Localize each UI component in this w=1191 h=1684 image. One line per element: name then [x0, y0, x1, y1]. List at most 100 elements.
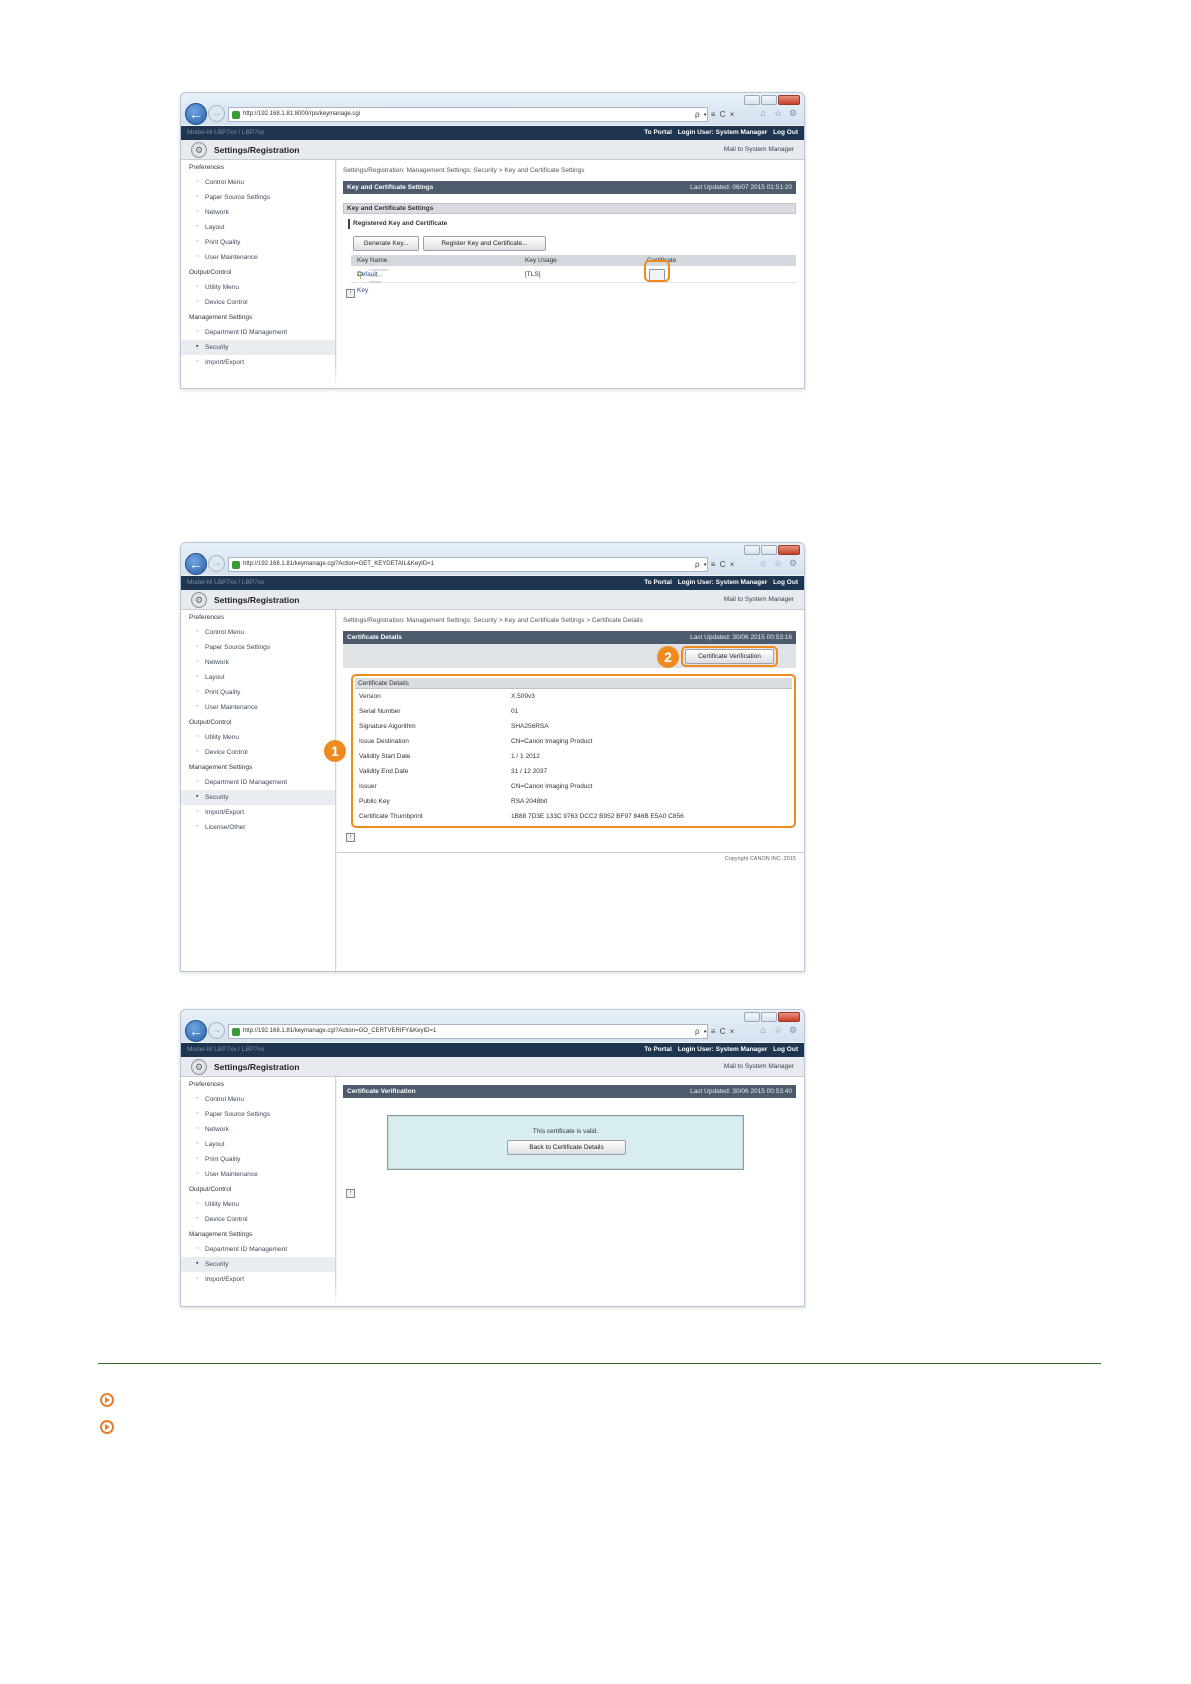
address-tools[interactable]: ρ • ≡ C ×	[695, 107, 735, 122]
favorites-icon[interactable]: ☆	[773, 557, 783, 569]
url-text: http://192.168.1.81:8000/rps/keymanage.c…	[243, 111, 361, 117]
address-bar[interactable]: http://192.168.1.81/keymanage.cgi?Action…	[228, 1024, 708, 1039]
certificate-verification-button[interactable]: Certificate Verification	[685, 649, 774, 664]
sidebar-item-network[interactable]: Network	[181, 205, 335, 220]
forward-arrow-icon[interactable]: →	[208, 1022, 225, 1039]
gear-icon[interactable]: ⚙	[788, 107, 798, 119]
sidebar-group-management: Management Settings	[189, 764, 253, 771]
page-title-bar: Certificate Details Last Updated: 30/06 …	[343, 631, 796, 644]
sidebar: Preferences Control Menu Paper Source Se…	[181, 160, 336, 388]
sidebar-item-user-maintenance[interactable]: User Maintenance	[181, 700, 335, 715]
sidebar-item-network[interactable]: Network	[181, 1122, 335, 1137]
log-out-link[interactable]: Log Out	[773, 129, 798, 136]
window-buttons	[744, 95, 800, 105]
related-link-arrow-icon[interactable]	[100, 1420, 114, 1434]
sidebar-item-paper-source[interactable]: Paper Source Settings	[181, 640, 335, 655]
address-tools[interactable]: ρ • ≡ C ×	[695, 1024, 735, 1039]
sidebar-item-layout[interactable]: Layout	[181, 670, 335, 685]
app-title: Settings/Registration	[214, 1062, 300, 1072]
favorites-icon[interactable]: ☆	[773, 1024, 783, 1036]
sidebar-item-control-menu[interactable]: Control Menu	[181, 175, 335, 190]
back-arrow-icon[interactable]: ←	[185, 103, 207, 125]
table-row: ⚲ Default Key Connected without checks […	[351, 267, 796, 294]
generate-key-button[interactable]: Generate Key...	[353, 236, 419, 251]
sidebar-item-department-id[interactable]: Department ID Management	[181, 1242, 335, 1257]
browser-tool-icons: ⌂ ☆ ⚙	[758, 107, 798, 119]
related-link-arrow-icon[interactable]	[100, 1393, 114, 1407]
sidebar-item-print-quality[interactable]: Print Quality	[181, 1152, 335, 1167]
details-header: Certificate Details	[355, 678, 792, 689]
back-to-top-icon[interactable]: ↑	[346, 289, 355, 298]
sidebar-item-utility-menu[interactable]: Utility Menu	[181, 280, 335, 295]
mail-system-manager-link[interactable]: Mail to System Manager	[724, 140, 794, 160]
sidebar-item-control-menu[interactable]: Control Menu	[181, 1092, 335, 1107]
mail-system-manager-link[interactable]: Mail to System Manager	[724, 1057, 794, 1077]
address-bar[interactable]: http://192.168.1.81/keymanage.cgi?Action…	[228, 557, 708, 572]
home-icon[interactable]: ⌂	[758, 107, 768, 119]
log-out-link[interactable]: Log Out	[773, 1046, 798, 1053]
address-tools[interactable]: ρ • ≡ C ×	[695, 557, 735, 572]
to-portal-link[interactable]: To Portal	[644, 579, 672, 586]
sidebar-item-user-maintenance[interactable]: User Maintenance	[181, 250, 335, 265]
favorites-icon[interactable]: ☆	[773, 107, 783, 119]
sidebar-item-utility-menu[interactable]: Utility Menu	[181, 1197, 335, 1212]
forward-arrow-icon[interactable]: →	[208, 555, 225, 572]
last-updated: Last Updated: 30/06 2015 00:53:16	[690, 634, 792, 641]
close-button[interactable]	[778, 545, 800, 555]
sidebar-item-paper-source[interactable]: Paper Source Settings	[181, 1107, 335, 1122]
sidebar-item-import-export[interactable]: Import/Export	[181, 1272, 335, 1287]
back-to-top-icon[interactable]: ↑	[346, 1189, 355, 1198]
sidebar-item-device-control[interactable]: Device Control	[181, 295, 335, 310]
sidebar-item-paper-source[interactable]: Paper Source Settings	[181, 190, 335, 205]
gear-icon[interactable]: ⚙	[788, 1024, 798, 1036]
sidebar-item-department-id[interactable]: Department ID Management	[181, 325, 335, 340]
sidebar-item-print-quality[interactable]: Print Quality	[181, 685, 335, 700]
verification-result-panel: This certificate is valid. Back to Certi…	[387, 1115, 744, 1170]
sidebar-item-security[interactable]: Security	[181, 1257, 335, 1272]
mail-system-manager-link[interactable]: Mail to System Manager	[724, 590, 794, 610]
subsection-title: Registered Key and Certificate	[348, 219, 447, 229]
sidebar-item-security[interactable]: Security	[181, 790, 335, 805]
close-button[interactable]	[778, 1012, 800, 1022]
sidebar-group-management: Management Settings	[189, 314, 253, 321]
sidebar-item-control-menu[interactable]: Control Menu	[181, 625, 335, 640]
home-icon[interactable]: ⌂	[758, 557, 768, 569]
sidebar-item-license-other[interactable]: License/Other	[181, 820, 335, 835]
back-arrow-icon[interactable]: ←	[185, 553, 207, 575]
forward-arrow-icon[interactable]: →	[208, 105, 225, 122]
maximize-button[interactable]	[761, 95, 777, 105]
sidebar-item-department-id[interactable]: Department ID Management	[181, 775, 335, 790]
sidebar-item-device-control[interactable]: Device Control	[181, 745, 335, 760]
log-out-link[interactable]: Log Out	[773, 579, 798, 586]
sidebar-item-layout[interactable]: Layout	[181, 220, 335, 235]
detail-label: Version	[359, 693, 381, 700]
sidebar-item-layout[interactable]: Layout	[181, 1137, 335, 1152]
sidebar-item-print-quality[interactable]: Print Quality	[181, 235, 335, 250]
detail-row: Validity End Date 31 / 12 2037	[357, 764, 790, 779]
register-key-certificate-button[interactable]: Register Key and Certificate...	[423, 236, 546, 251]
back-arrow-icon[interactable]: ←	[185, 1020, 207, 1042]
sidebar-item-security[interactable]: Security	[181, 340, 335, 355]
sidebar-item-device-control[interactable]: Device Control	[181, 1212, 335, 1227]
sidebar-item-user-maintenance[interactable]: User Maintenance	[181, 1167, 335, 1182]
sidebar-item-import-export[interactable]: Import/Export	[181, 355, 335, 370]
sidebar-item-network[interactable]: Network	[181, 655, 335, 670]
to-portal-link[interactable]: To Portal	[644, 1046, 672, 1053]
minimize-button[interactable]	[744, 545, 760, 555]
sidebar-item-utility-menu[interactable]: Utility Menu	[181, 730, 335, 745]
gear-icon[interactable]: ⚙	[788, 557, 798, 569]
minimize-button[interactable]	[744, 95, 760, 105]
minimize-button[interactable]	[744, 1012, 760, 1022]
maximize-button[interactable]	[761, 1012, 777, 1022]
home-icon[interactable]: ⌂	[758, 1024, 768, 1036]
login-user-label: Login User: System Manager	[677, 129, 768, 136]
back-to-certificate-details-button[interactable]: Back to Certificate Details	[507, 1140, 626, 1155]
maximize-button[interactable]	[761, 545, 777, 555]
close-button[interactable]	[778, 95, 800, 105]
to-portal-link[interactable]: To Portal	[644, 129, 672, 136]
address-bar[interactable]: http://192.168.1.81:8000/rps/keymanage.c…	[228, 107, 708, 122]
back-to-top-icon[interactable]: ↑	[346, 833, 355, 842]
sidebar-item-import-export[interactable]: Import/Export	[181, 805, 335, 820]
detail-row: Issue Destination CN=Canon Imaging Produc…	[357, 734, 790, 749]
detail-value: 1 / 1 2012	[511, 753, 540, 760]
